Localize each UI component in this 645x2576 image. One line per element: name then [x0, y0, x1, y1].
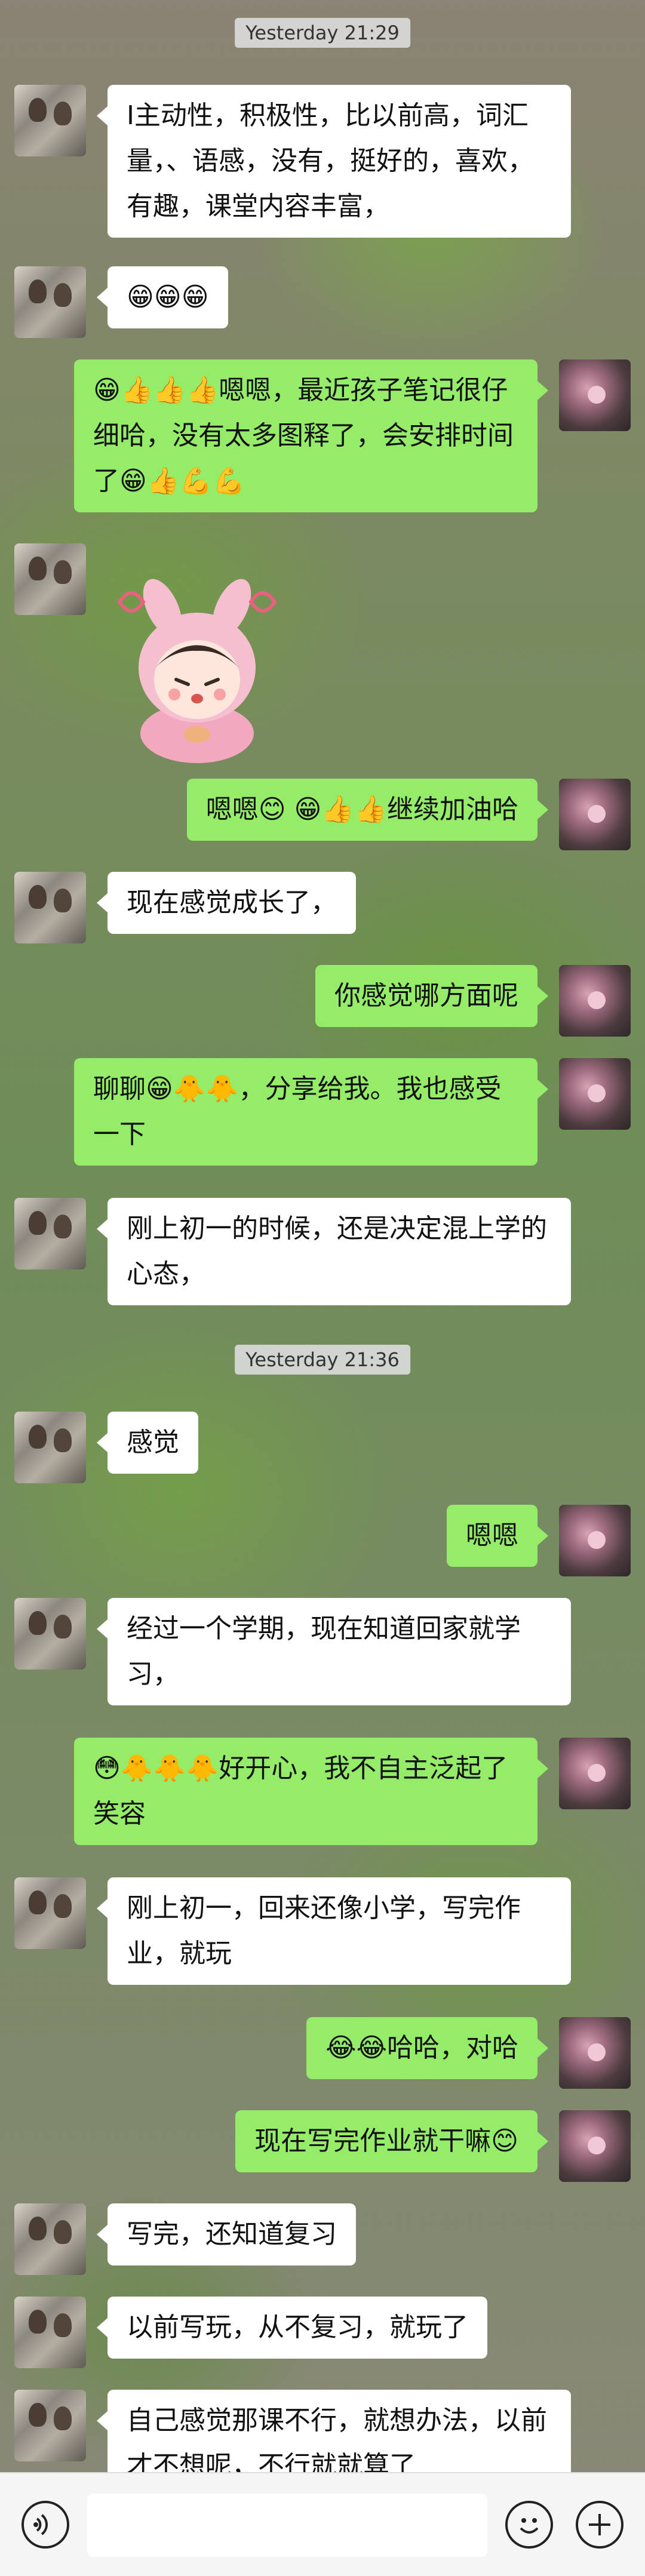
- message-bubble[interactable]: 感觉: [97, 1412, 198, 1474]
- message-bubble[interactable]: 现在写完作业就干嘛😊: [235, 2110, 548, 2172]
- girl-blowing-kiss-sticker[interactable]: [108, 566, 287, 763]
- chat-history[interactable]: Yesterday 21:29 I主动性，积极性，比以前高，词汇量，、语感，没有…: [0, 0, 645, 2497]
- self-avatar[interactable]: [559, 1738, 631, 1809]
- message-bubble[interactable]: 你感觉哪方面呢: [315, 965, 548, 1027]
- self-avatar[interactable]: [559, 1058, 631, 1130]
- plus-icon: [589, 2514, 610, 2535]
- message-bubble[interactable]: 刚上初一的时候，还是决定混上学的心态，: [97, 1198, 571, 1305]
- self-avatar[interactable]: [559, 2110, 631, 2182]
- peer-avatar[interactable]: [14, 872, 86, 943]
- message-bubble[interactable]: 以前写玩，从不复习，就玩了: [97, 2297, 487, 2359]
- message-bubble[interactable]: 聊聊😁🐥🐥，分享给我。我也感受一下: [74, 1058, 548, 1166]
- message-bubble[interactable]: 经过一个学期，现在知道回家就学习，: [97, 1598, 571, 1705]
- message-input[interactable]: [87, 2494, 487, 2557]
- peer-avatar[interactable]: [14, 1598, 86, 1670]
- voice-icon: [33, 2514, 48, 2535]
- message-bubble[interactable]: 😂😂哈哈，对哈: [306, 2017, 548, 2079]
- peer-avatar[interactable]: [14, 85, 86, 156]
- input-bar: [0, 2472, 645, 2576]
- voice-icon[interactable]: [22, 2501, 69, 2549]
- self-avatar[interactable]: [559, 359, 631, 431]
- timestamp: Yesterday 21:29: [235, 18, 410, 48]
- self-avatar[interactable]: [559, 1505, 631, 1576]
- self-avatar[interactable]: [559, 965, 631, 1037]
- message-bubble[interactable]: I主动性，积极性，比以前高，词汇量，、语感，没有，挺好的，喜欢，有趣，课堂内容丰…: [97, 85, 571, 238]
- message-bubble[interactable]: 嗯嗯😊 😁👍👍继续加油哈: [186, 779, 549, 841]
- self-avatar[interactable]: [559, 2017, 631, 2089]
- peer-avatar[interactable]: [14, 266, 86, 338]
- message-bubble[interactable]: 现在感觉成长了，: [97, 872, 356, 934]
- peer-avatar[interactable]: [14, 1877, 86, 1949]
- peer-avatar[interactable]: [14, 1412, 86, 1483]
- timestamp: Yesterday 21:36: [235, 1345, 410, 1375]
- peer-avatar[interactable]: [14, 2390, 86, 2461]
- plus-icon[interactable]: [576, 2501, 624, 2549]
- message-bubble[interactable]: 😳🐥🐥🐥好开心，我不自主泛起了笑容: [74, 1738, 548, 1845]
- message-bubble[interactable]: 😁😁😁: [97, 266, 228, 328]
- peer-avatar[interactable]: [14, 2203, 86, 2275]
- peer-avatar[interactable]: [14, 1198, 86, 1269]
- emoji-icon: [520, 2518, 539, 2534]
- self-avatar[interactable]: [559, 779, 631, 850]
- emoji-icon[interactable]: [505, 2501, 553, 2549]
- message-bubble[interactable]: 嗯嗯: [447, 1505, 548, 1567]
- message-bubble[interactable]: 😁👍👍👍嗯嗯，最近孩子笔记很仔细哈，没有太多图释了，会安排时间了😁👍💪💪: [74, 359, 548, 512]
- peer-avatar[interactable]: [14, 2297, 86, 2368]
- message-bubble[interactable]: 刚上初一，回来还像小学，写完作业，就玩: [97, 1877, 571, 1985]
- message-bubble[interactable]: 写完，还知道复习: [97, 2203, 356, 2265]
- peer-avatar[interactable]: [14, 543, 86, 615]
